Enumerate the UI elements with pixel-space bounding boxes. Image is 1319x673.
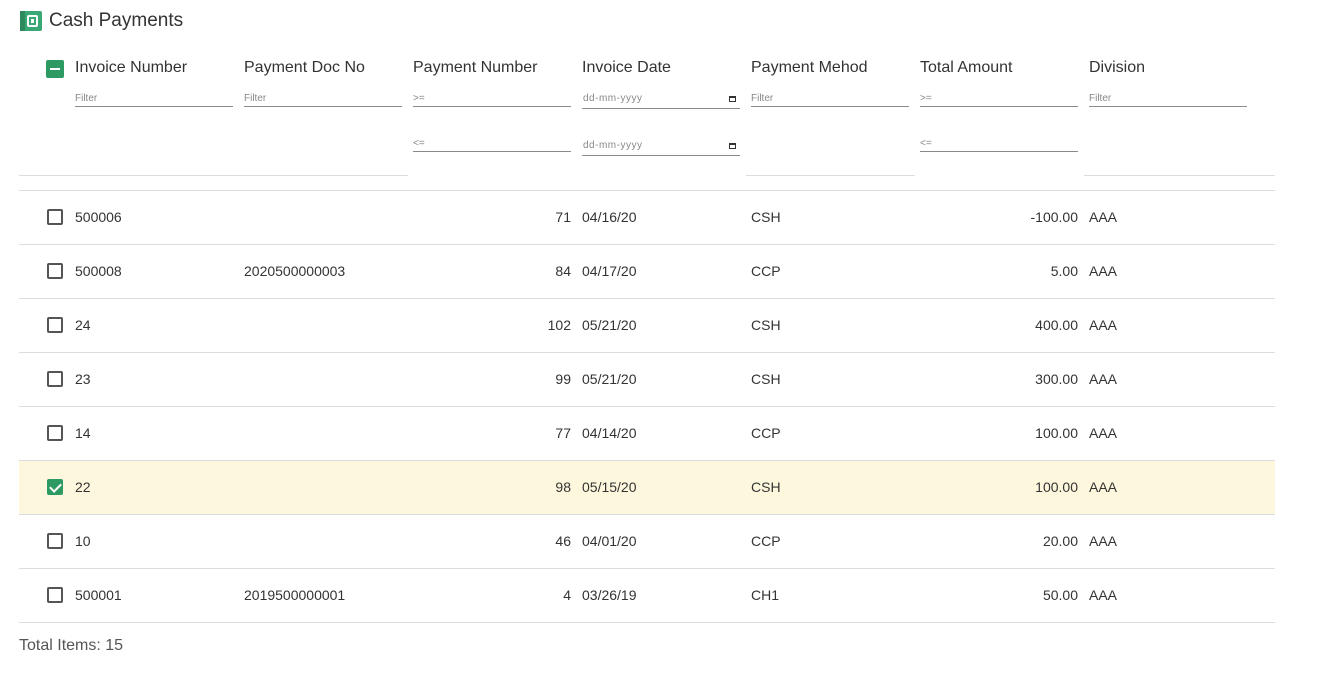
cell-total-amount: 100.00: [1035, 479, 1078, 495]
cell-total-amount: 50.00: [1042, 587, 1078, 603]
total-amount-min-filter-input[interactable]: [920, 91, 1078, 107]
column-header-payment-doc-no[interactable]: Payment Doc No: [244, 59, 365, 77]
cell-invoice-date: 05/15/20: [582, 479, 637, 495]
table-row[interactable]: 10 46 04/01/20 CCP 20.00 AAA: [19, 515, 1275, 569]
payment-number-min-filter-input[interactable]: [413, 91, 571, 107]
row-checkbox[interactable]: [47, 533, 63, 549]
header-divider: [19, 175, 408, 176]
header-divider: [1084, 175, 1275, 176]
cell-payment-number: 84: [555, 263, 571, 279]
total-amount-max-filter-input[interactable]: [920, 136, 1078, 152]
row-checkbox[interactable]: [47, 263, 63, 279]
page-title: Cash Payments: [49, 10, 184, 31]
cell-invoice-number: 500001: [75, 587, 122, 603]
table-row[interactable]: 24 102 05/21/20 CSH 400.00 AAA: [19, 299, 1275, 353]
row-checkbox[interactable]: [47, 371, 63, 387]
cell-invoice-date: 04/16/20: [582, 209, 637, 225]
cell-payment-number: 102: [547, 317, 571, 333]
cell-invoice-number: 500006: [75, 209, 122, 225]
cell-payment-doc-no: 2020500000003: [244, 263, 346, 279]
cell-total-amount: 20.00: [1042, 533, 1078, 549]
invoice-number-filter-input[interactable]: [75, 91, 233, 107]
cell-invoice-number: 22: [75, 479, 91, 495]
cell-total-amount: 300.00: [1035, 371, 1078, 387]
row-checkbox[interactable]: [47, 587, 63, 603]
row-checkbox[interactable]: [47, 317, 63, 333]
cell-payment-number: 4: [563, 587, 571, 603]
cell-payment-number: 46: [555, 533, 571, 549]
cell-payment-method: CSH: [751, 209, 781, 225]
cell-payment-number: 99: [555, 371, 571, 387]
column-header-division[interactable]: Division: [1089, 59, 1145, 77]
calendar-icon[interactable]: [729, 143, 736, 149]
cell-total-amount: 100.00: [1035, 425, 1078, 441]
cell-payment-number: 71: [555, 209, 571, 225]
total-items-label: Total Items: 15: [19, 637, 124, 654]
cell-invoice-number: 500008: [75, 263, 122, 279]
column-header-payment-number[interactable]: Payment Number: [413, 59, 538, 77]
select-all-checkbox[interactable]: [46, 60, 64, 78]
header-divider: [746, 175, 915, 176]
cell-invoice-date: 05/21/20: [582, 317, 637, 333]
cell-invoice-number: 24: [75, 317, 91, 333]
table-row[interactable]: 23 99 05/21/20 CSH 300.00 AAA: [19, 353, 1275, 407]
cell-payment-method: CSH: [751, 479, 781, 495]
division-filter-input[interactable]: [1089, 91, 1247, 107]
cell-invoice-date: 05/21/20: [582, 371, 637, 387]
cell-payment-method: CCP: [751, 263, 781, 279]
cell-invoice-number: 23: [75, 371, 91, 387]
cell-payment-method: CSH: [751, 371, 781, 387]
cell-payment-method: CCP: [751, 425, 781, 441]
cell-division: AAA: [1089, 209, 1118, 225]
cash-register-icon: [20, 11, 42, 31]
table-row[interactable]: 22 98 05/15/20 CSH 100.00 AAA: [19, 461, 1275, 515]
column-header-payment-method[interactable]: Payment Mehod: [751, 59, 868, 77]
cell-total-amount: 5.00: [1050, 263, 1078, 279]
invoice-date-to-placeholder: dd-mm-yyyy: [583, 140, 643, 151]
invoice-date-from-placeholder: dd-mm-yyyy: [583, 93, 643, 104]
table-row[interactable]: 500001 2019500000001 4 03/26/19 CH1 50.00 AAA: [19, 569, 1275, 623]
cell-division: AAA: [1089, 317, 1118, 333]
cell-total-amount: -100.00: [1030, 209, 1078, 225]
cell-division: AAA: [1089, 263, 1118, 279]
cell-payment-number: 77: [555, 425, 571, 441]
invoice-date-to-filter[interactable]: dd-mm-yyyy: [582, 138, 740, 156]
cell-invoice-date: 04/17/20: [582, 263, 637, 279]
cell-division: AAA: [1089, 479, 1118, 495]
cell-invoice-date: 03/26/19: [582, 587, 637, 603]
column-header-invoice-date[interactable]: Invoice Date: [582, 59, 671, 77]
table-row[interactable]: 500006 71 04/16/20 CSH -100.00 AAA: [19, 191, 1275, 245]
table-row[interactable]: 500008 2020500000003 84 04/17/20 CCP 5.00 AAA: [19, 245, 1275, 299]
column-header-total-amount[interactable]: Total Amount: [920, 59, 1013, 77]
cell-payment-method: CSH: [751, 317, 781, 333]
invoice-date-from-filter[interactable]: dd-mm-yyyy: [582, 91, 740, 109]
cell-invoice-number: 14: [75, 425, 91, 441]
payment-method-filter-input[interactable]: [751, 91, 909, 107]
cell-division: AAA: [1089, 425, 1118, 441]
calendar-icon[interactable]: [729, 96, 736, 102]
cell-invoice-number: 10: [75, 533, 91, 549]
cell-total-amount: 400.00: [1035, 317, 1078, 333]
cell-division: AAA: [1089, 533, 1118, 549]
cell-division: AAA: [1089, 587, 1118, 603]
cell-invoice-date: 04/14/20: [582, 425, 637, 441]
cell-invoice-date: 04/01/20: [582, 533, 637, 549]
payment-number-max-filter-input[interactable]: [413, 136, 571, 152]
cell-payment-doc-no: 2019500000001: [244, 587, 346, 603]
title-bar: Cash Payments: [20, 9, 183, 33]
row-checkbox[interactable]: [47, 425, 63, 441]
cell-payment-method: CCP: [751, 533, 781, 549]
column-header-invoice-number[interactable]: Invoice Number: [75, 59, 187, 77]
payment-doc-no-filter-input[interactable]: [244, 91, 402, 107]
cell-payment-method: CH1: [751, 587, 780, 603]
cell-division: AAA: [1089, 371, 1118, 387]
row-checkbox[interactable]: [47, 209, 63, 225]
table-row[interactable]: 14 77 04/14/20 CCP 100.00 AAA: [19, 407, 1275, 461]
row-checkbox[interactable]: [47, 479, 63, 495]
cell-payment-number: 98: [555, 479, 571, 495]
